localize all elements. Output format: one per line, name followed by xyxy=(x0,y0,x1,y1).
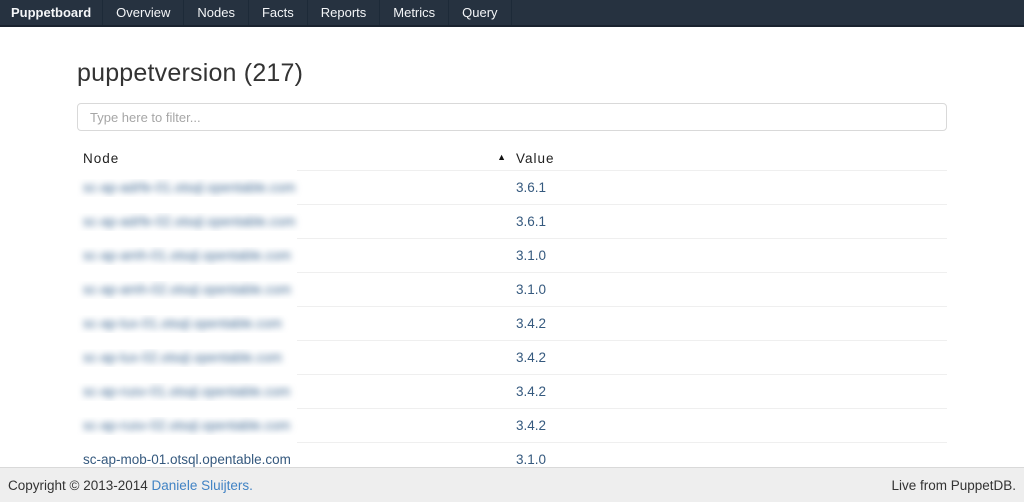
table-row: sc-ap-amh-01.otsql.opentable.com 3.1.0 xyxy=(77,239,947,273)
table-header-row: Node ▲ Value xyxy=(77,145,947,171)
fact-table: Node ▲ Value sc-ap-adrfe-01.otsql.openta… xyxy=(77,145,947,477)
node-cell: sc-ap-lux-01.otsql.opentable.com xyxy=(77,315,516,333)
fact-value-link[interactable]: 3.4.2 xyxy=(516,418,546,433)
navbar-items: Overview Nodes Facts Reports Metrics Que… xyxy=(103,0,511,25)
value-cell: 3.4.2 xyxy=(516,315,947,333)
node-link[interactable]: sc-ap-rusv-01.otsql.opentable.com xyxy=(83,384,290,399)
node-cell: sc-ap-lux-02.otsql.opentable.com xyxy=(77,349,516,367)
fact-value-link[interactable]: 3.1.0 xyxy=(516,282,546,297)
navbar-brand-puppetboard[interactable]: Puppetboard xyxy=(0,0,103,25)
fact-value-link[interactable]: 3.4.2 xyxy=(516,384,546,399)
value-cell: 3.1.0 xyxy=(516,281,947,299)
navbar-item-query[interactable]: Query xyxy=(449,0,511,25)
node-cell: sc-ap-adrfe-01.otsql.opentable.com xyxy=(77,179,516,197)
fact-value-link[interactable]: 3.6.1 xyxy=(516,180,546,195)
navbar-item-nodes[interactable]: Nodes xyxy=(184,0,249,25)
node-link[interactable]: sc-ap-lux-02.otsql.opentable.com xyxy=(83,350,282,365)
table-row: sc-ap-amh-02.otsql.opentable.com 3.1.0 xyxy=(77,273,947,307)
value-cell: 3.4.2 xyxy=(516,383,947,401)
fact-value-link[interactable]: 3.4.2 xyxy=(516,350,546,365)
table-row: sc-ap-lux-02.otsql.opentable.com 3.4.2 xyxy=(77,341,947,375)
node-link[interactable]: sc-ap-rusv-02.otsql.opentable.com xyxy=(83,418,290,433)
fact-value-link[interactable]: 3.1.0 xyxy=(516,452,546,467)
node-link[interactable]: sc-ap-lux-01.otsql.opentable.com xyxy=(83,316,282,331)
node-link[interactable]: sc-ap-mob-01.otsql.opentable.com xyxy=(83,452,291,467)
navbar-item-overview[interactable]: Overview xyxy=(103,0,184,25)
copyright-prefix: Copyright © 2013-2014 xyxy=(8,478,152,493)
table-body: sc-ap-adrfe-01.otsql.opentable.com 3.6.1… xyxy=(77,171,947,477)
node-cell: sc-ap-adrfe-02.otsql.opentable.com xyxy=(77,213,516,231)
table-row: sc-ap-lux-01.otsql.opentable.com 3.4.2 xyxy=(77,307,947,341)
page-title: puppetversion (217) xyxy=(77,57,947,90)
node-link[interactable]: sc-ap-adrfe-02.otsql.opentable.com xyxy=(83,214,295,229)
navbar-item-facts[interactable]: Facts xyxy=(249,0,308,25)
node-cell: sc-ap-rusv-01.otsql.opentable.com xyxy=(77,383,516,401)
value-cell: 3.1.0 xyxy=(516,247,947,265)
table-row: sc-ap-adrfe-01.otsql.opentable.com 3.6.1 xyxy=(77,171,947,205)
node-cell: sc-ap-amh-02.otsql.opentable.com xyxy=(77,281,516,299)
fact-value-link[interactable]: 3.4.2 xyxy=(516,316,546,331)
node-link[interactable]: sc-ap-amh-02.otsql.opentable.com xyxy=(83,282,291,297)
top-navbar: Puppetboard Overview Nodes Facts Reports… xyxy=(0,0,1024,27)
value-cell: 3.4.2 xyxy=(516,349,947,367)
table-row: sc-ap-rusv-01.otsql.opentable.com 3.4.2 xyxy=(77,375,947,409)
node-link[interactable]: sc-ap-amh-01.otsql.opentable.com xyxy=(83,248,291,263)
navbar-item-metrics[interactable]: Metrics xyxy=(380,0,449,25)
node-cell: sc-ap-amh-01.otsql.opentable.com xyxy=(77,247,516,265)
table-row: sc-ap-rusv-02.otsql.opentable.com 3.4.2 xyxy=(77,409,947,443)
author-link[interactable]: Daniele Sluijters. xyxy=(152,478,253,493)
filter-input[interactable] xyxy=(77,103,947,131)
copyright-text: Copyright © 2013-2014 Daniele Sluijters. xyxy=(8,478,253,493)
node-cell: sc-ap-rusv-02.otsql.opentable.com xyxy=(77,417,516,435)
navbar-item-reports[interactable]: Reports xyxy=(308,0,381,25)
value-cell: 3.6.1 xyxy=(516,179,947,197)
value-cell: 3.6.1 xyxy=(516,213,947,231)
page-footer: Copyright © 2013-2014 Daniele Sluijters.… xyxy=(0,467,1024,502)
sort-ascending-icon: ▲ xyxy=(497,152,506,162)
live-from-puppetdb-text: Live from PuppetDB. xyxy=(891,478,1016,493)
column-header-node[interactable]: Node ▲ xyxy=(77,151,516,166)
fact-value-link[interactable]: 3.6.1 xyxy=(516,214,546,229)
node-link[interactable]: sc-ap-adrfe-01.otsql.opentable.com xyxy=(83,180,295,195)
fact-value-link[interactable]: 3.1.0 xyxy=(516,248,546,263)
column-header-node-label: Node xyxy=(83,151,119,166)
column-header-value[interactable]: Value xyxy=(516,151,947,166)
main-content: puppetversion (217) Node ▲ Value sc-ap-a… xyxy=(77,57,947,477)
table-row: sc-ap-adrfe-02.otsql.opentable.com 3.6.1 xyxy=(77,205,947,239)
value-cell: 3.4.2 xyxy=(516,417,947,435)
